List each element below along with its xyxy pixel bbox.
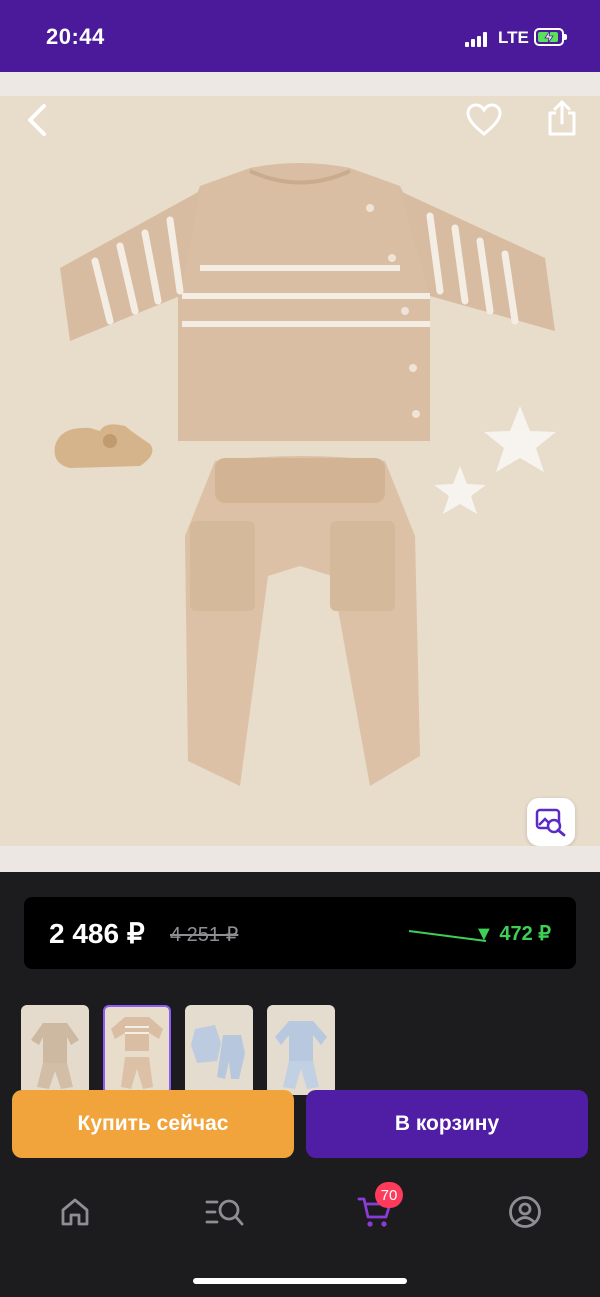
price-difference: ▼ 472 ₽ xyxy=(474,923,552,945)
home-indicator xyxy=(193,1278,407,1284)
signal-icon xyxy=(465,31,493,47)
favorite-button[interactable] xyxy=(460,96,508,144)
battery-icon xyxy=(534,28,567,46)
network-label: LTE xyxy=(498,28,529,47)
back-button[interactable] xyxy=(14,96,62,144)
image-pager-area xyxy=(0,846,600,872)
status-bar: 20:44 LTE xyxy=(0,0,600,72)
action-bar: Купить сейчас В корзину xyxy=(0,1084,600,1164)
share-button[interactable] xyxy=(538,96,586,142)
product-image[interactable] xyxy=(0,96,600,846)
thumbnail-2[interactable] xyxy=(103,1005,171,1095)
share-icon xyxy=(548,100,576,136)
old-price: 4 251 ₽ xyxy=(170,924,239,946)
visual-search-icon xyxy=(535,808,566,837)
heart-icon xyxy=(466,103,502,136)
thumbnail-image xyxy=(21,1005,89,1095)
visual-search-button[interactable] xyxy=(527,798,575,846)
thumbnail-3[interactable] xyxy=(185,1005,253,1095)
current-price: 2 486 ₽ xyxy=(49,918,145,949)
price-panel: 2 486 ₽ 4 251 ₽ ▼ 472 ₽ xyxy=(24,897,576,969)
tab-profile[interactable] xyxy=(495,1188,555,1236)
tab-catalog[interactable] xyxy=(195,1188,255,1236)
back-icon xyxy=(28,104,46,136)
status-time: 20:44 xyxy=(46,24,105,49)
add-to-cart-button[interactable]: В корзину xyxy=(306,1090,588,1158)
thumbnail-4[interactable] xyxy=(267,1005,335,1095)
thumbnail-1[interactable] xyxy=(21,1005,89,1095)
hero-top-padding xyxy=(0,72,600,96)
cart-count-badge: 70 xyxy=(375,1182,403,1208)
thumbnail-image xyxy=(105,1007,169,1093)
tab-home[interactable] xyxy=(45,1188,105,1236)
product-photo xyxy=(0,96,600,846)
buy-now-button[interactable]: Купить сейчас xyxy=(12,1090,294,1158)
thumbnail-image xyxy=(267,1005,335,1095)
catalog-search-icon xyxy=(205,1199,244,1226)
profile-icon xyxy=(509,1196,541,1228)
thumbnail-image xyxy=(185,1005,253,1095)
home-icon xyxy=(61,1198,89,1226)
